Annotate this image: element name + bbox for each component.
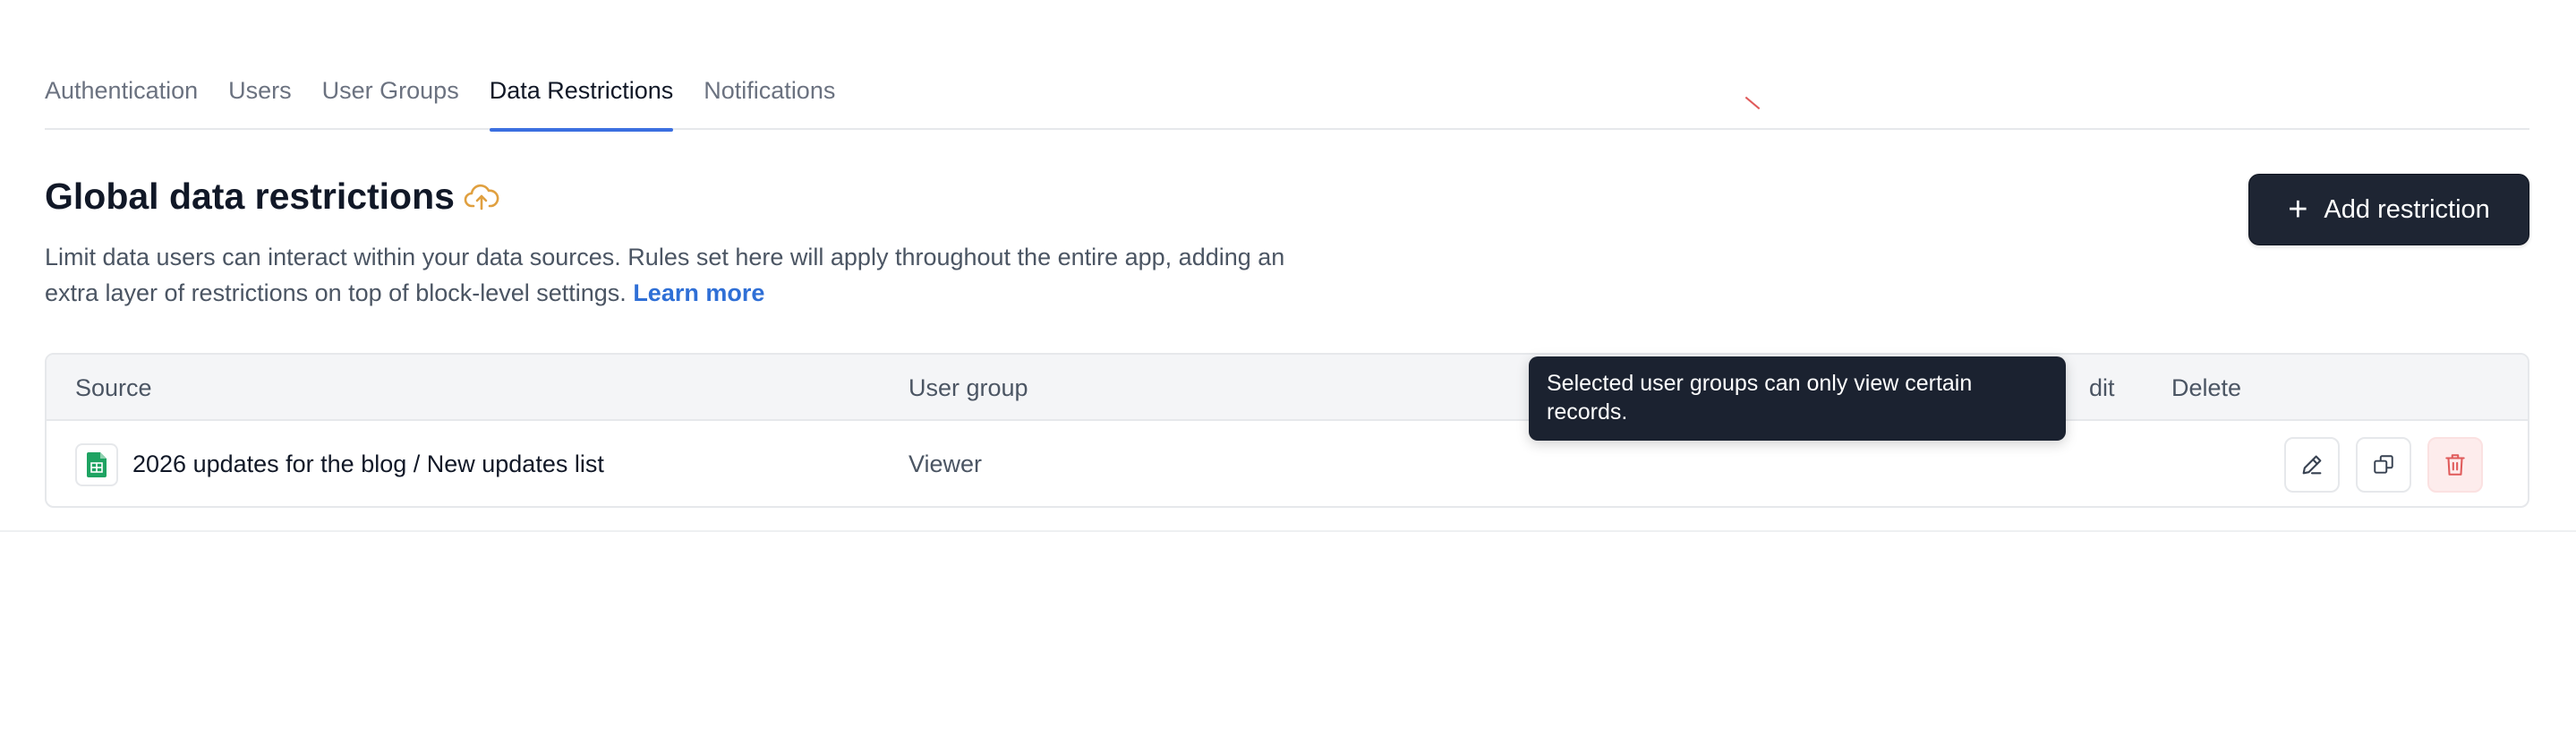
page-title: Global data restrictions [45, 176, 455, 217]
copy-icon [2374, 455, 2393, 474]
tab-user-groups[interactable]: User Groups [322, 68, 459, 130]
tooltip-text: Selected user groups can only view certa… [1547, 371, 1973, 425]
settings-page: Authentication Users User Groups Data Re… [0, 0, 2576, 738]
tooltip: Selected user groups can only view certa… [1529, 356, 2066, 441]
table-row[interactable]: 2026 updates for the blog / New updates … [47, 421, 2528, 506]
source-cell: 2026 updates for the blog / New updates … [75, 421, 604, 506]
tab-notifications[interactable]: Notifications [704, 68, 835, 130]
trash-icon [2445, 454, 2465, 476]
column-user-group: User group [908, 374, 1028, 401]
google-sheets-icon [75, 442, 118, 486]
restrictions-table: Source User group dit Delete 2026 update… [45, 353, 2529, 508]
tab-data-restrictions[interactable]: Data Restrictions [489, 68, 673, 132]
add-restriction-label: Add restriction [2324, 194, 2490, 224]
pencil-icon [2302, 455, 2322, 475]
table-header: Source User group dit Delete [47, 355, 2528, 421]
source-name: 2026 updates for the blog / New updates … [132, 451, 604, 477]
cloud-upload-icon [464, 182, 499, 212]
user-group-cell: Viewer [908, 421, 983, 506]
divider [0, 530, 2576, 532]
column-source: Source [75, 374, 152, 401]
settings-tabs: Authentication Users User Groups Data Re… [45, 68, 2529, 132]
tab-users[interactable]: Users [228, 68, 292, 130]
column-edit: dit [2089, 374, 2115, 401]
plus-icon: + [2288, 191, 2308, 228]
tab-authentication[interactable]: Authentication [45, 68, 198, 130]
edit-row-button[interactable] [2284, 437, 2340, 493]
column-delete: Delete [2171, 374, 2242, 401]
title-row: Global data restrictions [45, 176, 499, 218]
user-group-value: Viewer [908, 451, 983, 477]
page-description: Limit data users can interact within you… [45, 239, 1316, 311]
delete-row-button[interactable] [2427, 437, 2483, 493]
duplicate-row-button[interactable] [2356, 437, 2411, 493]
learn-more-link[interactable]: Learn more [633, 279, 764, 306]
add-restriction-button[interactable]: + Add restriction [2248, 174, 2529, 245]
